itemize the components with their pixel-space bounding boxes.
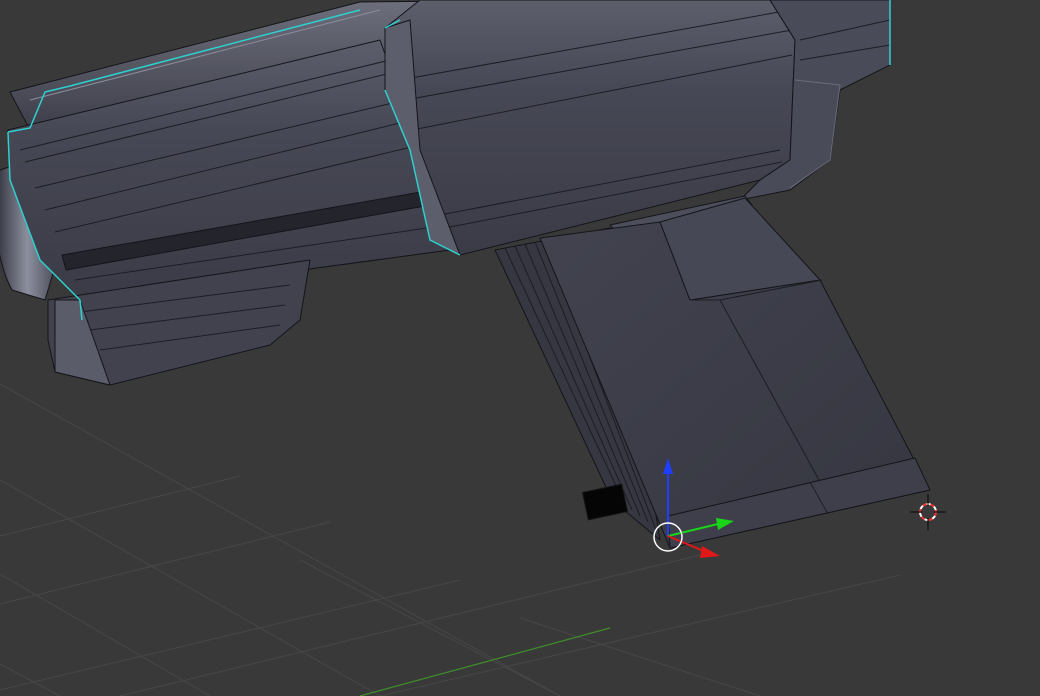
y-axis-line (359, 627, 611, 696)
x-axis-head-icon[interactable] (700, 546, 720, 558)
magazine-plug[interactable] (582, 483, 628, 521)
blaster-model[interactable] (0, 0, 931, 549)
viewport-canvas[interactable] (0, 0, 1040, 696)
3d-cursor-icon[interactable] (910, 494, 946, 530)
3d-viewport[interactable] (0, 0, 1040, 696)
